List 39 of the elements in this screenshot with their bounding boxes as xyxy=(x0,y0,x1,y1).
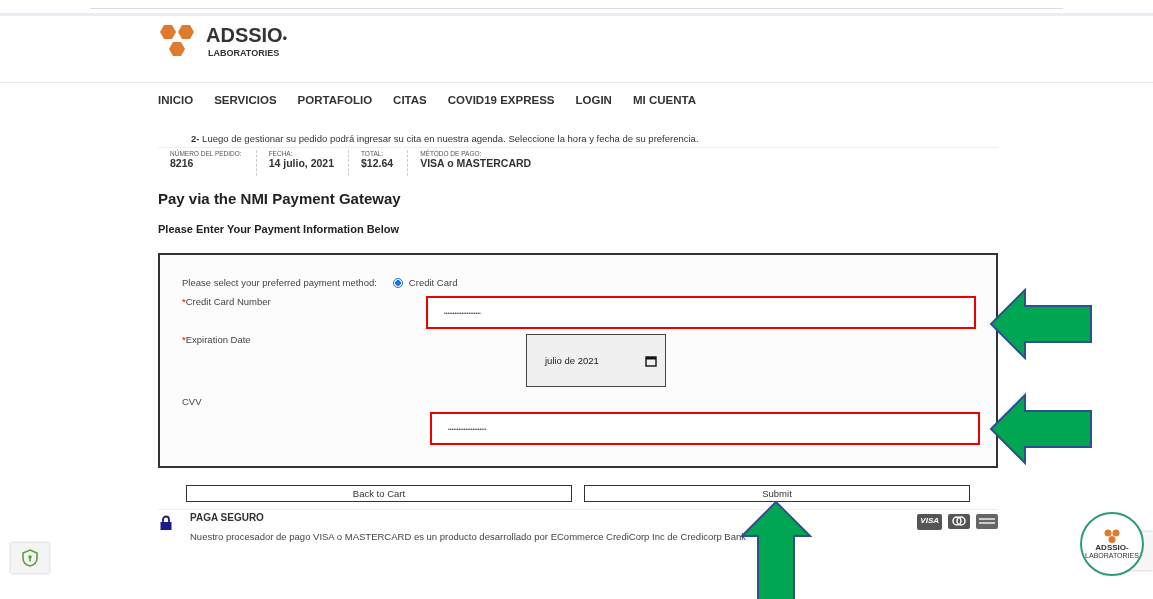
nav-link[interactable]: SERVICIOS xyxy=(214,94,277,114)
logo-subtitle: LABORATORIES xyxy=(208,48,281,58)
radio-button[interactable] xyxy=(392,277,403,288)
calendar-icon xyxy=(645,354,657,367)
method-label: Please select your preferred payment method: xyxy=(182,277,377,288)
order-value: $12.64 xyxy=(361,157,394,169)
form-button[interactable]: Submit xyxy=(584,485,970,502)
shield-icon xyxy=(22,549,38,567)
secure-title: PAGA SEGURO xyxy=(190,512,265,523)
nav-link[interactable]: COVID19 EXPRESS xyxy=(447,94,555,114)
mastercard-icon xyxy=(948,514,970,529)
logo-icon xyxy=(1104,529,1120,543)
amex-card-icon xyxy=(976,514,998,529)
nav-link[interactable]: INICIO xyxy=(158,94,194,114)
order-value: 14 julio, 2021 xyxy=(268,157,334,169)
required-mark: * xyxy=(182,334,186,345)
page-title: Pay via the NMI Payment Gateway xyxy=(158,190,402,207)
nav-link[interactable]: CITAS xyxy=(393,94,427,114)
field-label: *Credit Card Number xyxy=(182,296,271,309)
field-label: *Expiration Date xyxy=(182,334,251,347)
nav-link[interactable]: MI CUENTA xyxy=(632,94,696,114)
security-widget[interactable] xyxy=(11,543,49,573)
left-arrow-icon xyxy=(989,288,1093,360)
form-button[interactable]: Back to Cart xyxy=(186,485,572,502)
radio-label: Credit Card xyxy=(408,277,458,288)
logo-name: ADSSIO• xyxy=(206,25,287,48)
order-value: 8216 xyxy=(170,157,195,169)
required-mark: * xyxy=(182,296,186,307)
order-value: VISA o MASTERCARD xyxy=(420,157,532,169)
visa-card-icon: VISA xyxy=(917,514,942,530)
nav-link[interactable]: PORTAFOLIO xyxy=(297,94,373,114)
badge-name: ADSSIO- xyxy=(1095,543,1129,552)
instruction-text: 2- Luego de gestionar su pedido podrá ingresar su cita en nuestra agenda. Seleccione la hora y fecha de su preferencia. xyxy=(191,133,700,146)
left-arrow-icon xyxy=(989,393,1093,465)
nav-link[interactable]: LOGIN xyxy=(575,94,612,114)
lock-icon xyxy=(160,515,172,530)
date-field[interactable]: julio de 2021 xyxy=(526,334,666,387)
page-subtitle: Please Enter Your Payment Information Below xyxy=(158,223,401,235)
field-label: CVV xyxy=(182,396,202,409)
